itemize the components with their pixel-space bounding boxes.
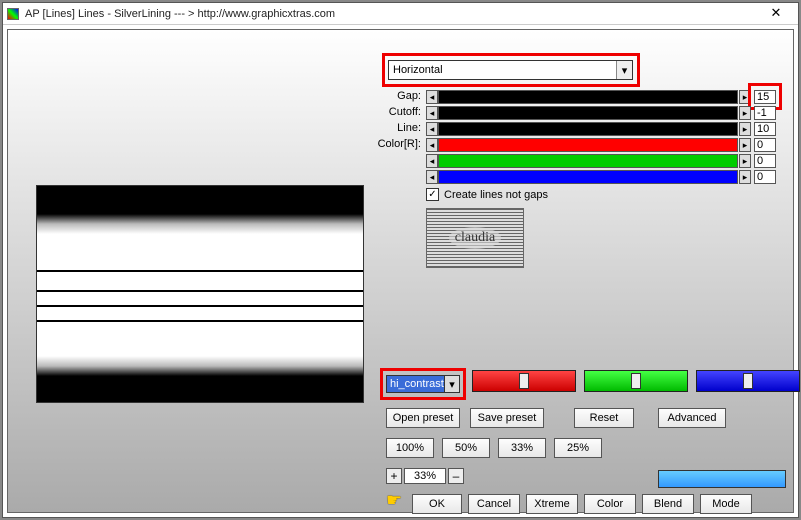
- line-dec[interactable]: ◂: [426, 122, 438, 136]
- colorg-dec[interactable]: ◂: [426, 154, 438, 168]
- preview-image: [36, 185, 364, 403]
- current-color-swatch[interactable]: [658, 470, 786, 488]
- orientation-dropdown[interactable]: Horizontal ▾: [388, 60, 633, 80]
- claudia-thumbnail: claudia: [426, 208, 524, 268]
- slider-thumb[interactable]: [631, 373, 641, 389]
- close-icon: ✕: [771, 5, 782, 21]
- window-title: AP [Lines] Lines - SilverLining --- > ht…: [25, 8, 335, 20]
- line-slider[interactable]: [438, 122, 738, 136]
- plugin-window: AP [Lines] Lines - SilverLining --- > ht…: [2, 2, 799, 518]
- zoom-100-button[interactable]: 100%: [386, 438, 434, 458]
- gap-slider[interactable]: [438, 90, 738, 104]
- orientation-selected: Horizontal: [393, 64, 443, 76]
- colorg-inc[interactable]: ▸: [739, 154, 751, 168]
- colorg-slider[interactable]: [438, 154, 738, 168]
- reset-button[interactable]: Reset: [574, 408, 634, 428]
- slider-thumb[interactable]: [743, 373, 753, 389]
- colorg-value[interactable]: 0: [754, 154, 776, 168]
- chevron-down-icon: ▾: [444, 376, 459, 392]
- label-gap: Gap:: [366, 90, 421, 102]
- colorr-value[interactable]: 0: [754, 138, 776, 152]
- preset-selected: hi_contrast: [390, 378, 444, 390]
- advanced-button[interactable]: Advanced: [658, 408, 726, 428]
- open-preset-button[interactable]: Open preset: [386, 408, 460, 428]
- gap-value[interactable]: 15: [754, 90, 776, 104]
- zoom-33-button[interactable]: 33%: [498, 438, 546, 458]
- blue-slider[interactable]: [696, 370, 800, 392]
- colorb-dec[interactable]: ◂: [426, 170, 438, 184]
- cutoff-value[interactable]: -1: [754, 106, 776, 120]
- line-inc[interactable]: ▸: [739, 122, 751, 136]
- cutoff-dec[interactable]: ◂: [426, 106, 438, 120]
- create-lines-label: Create lines not gaps: [444, 189, 548, 201]
- mode-button[interactable]: Mode: [700, 494, 752, 514]
- cutoff-slider[interactable]: [438, 106, 738, 120]
- zoom-in-button[interactable]: +: [386, 468, 402, 484]
- cutoff-inc[interactable]: ▸: [739, 106, 751, 120]
- gap-dec[interactable]: ◂: [426, 90, 438, 104]
- save-preset-button[interactable]: Save preset: [470, 408, 544, 428]
- colorb-inc[interactable]: ▸: [739, 170, 751, 184]
- zoom-25-button[interactable]: 25%: [554, 438, 602, 458]
- cancel-button[interactable]: Cancel: [468, 494, 520, 514]
- gap-inc[interactable]: ▸: [739, 90, 751, 104]
- label-cutoff: Cutoff:: [366, 106, 421, 118]
- slider-thumb[interactable]: [519, 373, 529, 389]
- label-color-r: Color[R]:: [366, 138, 421, 150]
- zoom-50-button[interactable]: 50%: [442, 438, 490, 458]
- label-line: Line:: [366, 122, 421, 134]
- app-icon: [7, 8, 19, 20]
- preset-dropdown[interactable]: hi_contrast ▾: [386, 375, 460, 393]
- hand-pointer-icon: ☛: [386, 490, 402, 511]
- colorr-slider[interactable]: [438, 138, 738, 152]
- xtreme-button[interactable]: Xtreme: [526, 494, 578, 514]
- zoom-out-button[interactable]: –: [448, 468, 464, 484]
- line-value[interactable]: 10: [754, 122, 776, 136]
- zoom-value[interactable]: 33%: [404, 468, 446, 484]
- create-lines-checkbox-row: ✓ Create lines not gaps: [426, 188, 548, 201]
- blend-button[interactable]: Blend: [642, 494, 694, 514]
- chevron-down-icon: ▾: [616, 61, 632, 79]
- color-button[interactable]: Color: [584, 494, 636, 514]
- client-area: Horizontal ▾ Gap: ◂ ▸ 15 Cutoff: ◂ ▸ -1 …: [7, 29, 794, 513]
- green-slider[interactable]: [584, 370, 688, 392]
- red-slider[interactable]: [472, 370, 576, 392]
- close-button[interactable]: ✕: [756, 3, 796, 23]
- titlebar: AP [Lines] Lines - SilverLining --- > ht…: [3, 3, 798, 25]
- colorr-inc[interactable]: ▸: [739, 138, 751, 152]
- colorb-value[interactable]: 0: [754, 170, 776, 184]
- create-lines-checkbox[interactable]: ✓: [426, 188, 439, 201]
- ok-button[interactable]: OK: [412, 494, 462, 514]
- claudia-label: claudia: [449, 227, 501, 249]
- colorb-slider[interactable]: [438, 170, 738, 184]
- colorr-dec[interactable]: ◂: [426, 138, 438, 152]
